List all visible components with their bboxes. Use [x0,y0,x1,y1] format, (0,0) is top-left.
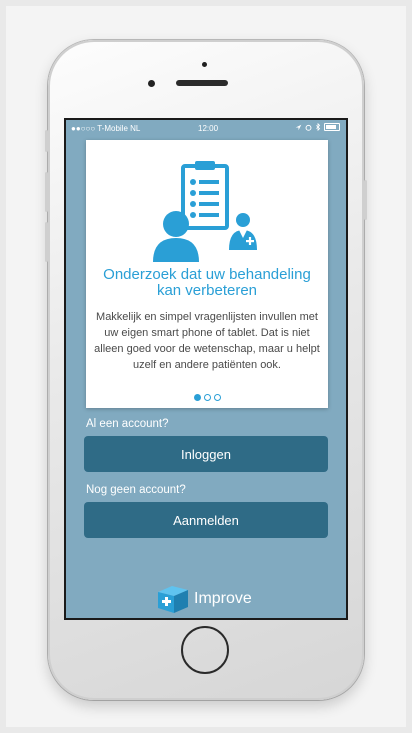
onboarding-title: Onderzoek dat uw behandeling kan verbete… [103,266,311,299]
onboarding-card[interactable]: Onderzoek dat uw behandeling kan verbete… [86,140,328,408]
page-dot-2[interactable] [203,394,211,401]
location-arrow-icon [295,124,302,130]
carrier-label: ●●○○○ T-Mobile NL [71,124,141,133]
earpiece-speaker [176,80,228,86]
volume-up-button [45,172,48,212]
clipboard-doctor-patient-icon [153,161,257,262]
clock: 12:00 [198,124,219,133]
bluetooth-icon [316,123,321,131]
home-button[interactable] [181,626,229,674]
app-screen: ●●○○○ T-Mobile NL 12:00 Onderzoek dat uw… [64,118,348,620]
mute-switch [45,130,48,152]
page-dot-1[interactable] [193,394,201,401]
sensor-dot [202,62,207,67]
login-prompt: Al een account? [86,418,169,430]
signup-button[interactable]: Aanmelden [84,502,328,538]
signup-prompt: Nog geen account? [86,484,186,496]
power-button [364,180,367,220]
login-button[interactable]: Inloggen [84,436,328,472]
alarm-icon [305,124,312,131]
pagination-dots [86,394,328,401]
front-camera [148,80,155,87]
battery-icon [324,123,340,131]
page-dot-3[interactable] [213,394,221,401]
brand-logo: Improve [156,584,252,614]
medical-box-icon [158,586,188,613]
brand-name: Improve [194,590,252,607]
status-bar: ●●○○○ T-Mobile NL 12:00 [66,120,346,138]
status-icons [295,123,340,131]
onboarding-description: Makkelijk en simpel vragenlijsten invull… [94,311,320,371]
volume-down-button [45,222,48,262]
